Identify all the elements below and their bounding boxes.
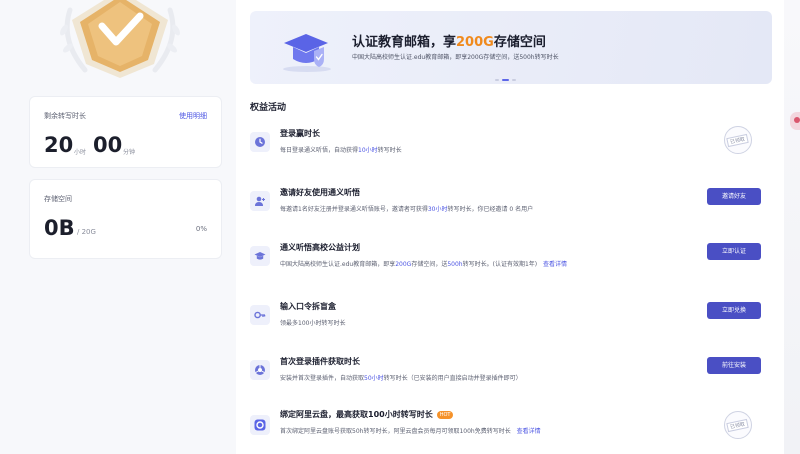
task-desc-text: 中国大陆高校师生认证.edu教育邮箱，即享	[280, 261, 396, 268]
remaining-time-card: 剩余转写时长 使用明细 20 小时 00 分钟	[29, 96, 222, 168]
task-title: 首次登录插件获取时长	[280, 357, 360, 366]
view-details-link[interactable]: 查看详情	[543, 261, 567, 268]
task-title: 输入口令拆盲盒	[280, 302, 336, 311]
clock-icon	[255, 137, 265, 147]
invite-user-icon	[255, 196, 265, 206]
task-description: 每日登录通义听悟，自动获得10小时转写时长	[280, 145, 402, 154]
task-desc-text: 存储空间，送	[411, 261, 448, 268]
task-desc-text: 转写时长，你已经邀请 0 名用户	[447, 206, 534, 213]
task-desc-text: 每日登录通义听悟，自动获得	[280, 147, 359, 154]
task-bind-aliyun-drive: 绑定阿里云盘，最高获取100小时转写时长 HOT 首次绑定阿里云盘账号获取50h转…	[250, 407, 772, 447]
aliyun-drive-icon	[254, 419, 266, 431]
task-title: 登录赢时长	[280, 129, 320, 138]
assistant-dot-icon	[794, 117, 800, 123]
task-description: 安装并首次登录插件，自动获取50小时转写时长（已安装的用户直接启动并登录插件即可…	[280, 373, 522, 382]
shield-check-badge-icon	[60, 0, 180, 78]
key-icon	[254, 311, 266, 319]
task-description: 每邀请1名好友注册并登录通义听悟账号，邀请者可获得30小时转写时长，你已经邀请 …	[280, 204, 533, 213]
task-desc-text: 转写时长。(认证有效期1年)	[462, 261, 538, 268]
main-content: 认证教育邮箱，享200G存储空间 中国大陆高校师生认证.edu教育邮箱，即享20…	[236, 0, 784, 454]
badge-area	[30, 0, 210, 84]
task-redeem-code: 输入口令拆盲盒 领最多100小时转写时长 立即兑换	[250, 299, 772, 339]
storage-used: 0B	[44, 216, 75, 240]
task-description: 首次绑定阿里云盘账号获取50h转写时长，阿里云盘会员每月可领取100h免费转写时…	[280, 426, 541, 435]
banner-dot-2[interactable]	[502, 79, 509, 81]
banner-dot-1[interactable]	[495, 79, 499, 81]
banner-pagination	[495, 79, 516, 81]
task-description: 领最多100小时转写时长	[280, 318, 345, 327]
banner-title-highlight: 200G	[456, 35, 494, 50]
usage-details-link[interactable]: 使用明细	[179, 111, 207, 121]
hours-value: 20	[44, 133, 74, 157]
task-login-reward: 登录赢时长 每日登录通义听悟，自动获得10小时转写时长 已领取	[250, 126, 772, 166]
claimed-stamp: 已领取	[724, 126, 752, 154]
task-icon-box	[250, 360, 270, 380]
task-desc-highlight: 50小时	[364, 375, 384, 382]
task-desc-text: 领最多100小时转写时长	[280, 320, 346, 327]
task-title: 通义听悟高校公益计划	[280, 243, 360, 252]
task-desc-text: 安装并首次登录插件，自动获取	[280, 375, 365, 382]
hot-badge: HOT	[436, 411, 454, 419]
task-desc-text: 首次绑定阿里云盘账号获取50h转写时长，阿里云盘会员每月可领取100h免费转写时…	[280, 428, 511, 435]
task-icon-box	[250, 132, 270, 152]
task-desc-text: 转写时长（已安装的用户直接启动并登录插件即可）	[383, 375, 522, 382]
graduation-cap-icon	[254, 252, 266, 260]
right-edge-bar	[784, 0, 800, 454]
hours-unit: 小时	[74, 149, 87, 156]
claimed-stamp-label: 已领取	[726, 133, 750, 147]
storage-card: 存储空间 0B / 20G 0%	[29, 179, 222, 259]
minutes-value: 00	[93, 133, 123, 157]
task-desc-highlight: 500h	[447, 261, 463, 268]
task-icon-box	[250, 415, 270, 435]
task-title: 邀请好友使用通义听悟	[280, 188, 360, 197]
go-install-button[interactable]: 前往安装	[707, 357, 761, 374]
floating-assistant-button[interactable]	[790, 112, 800, 130]
task-campus-program: 通义听悟高校公益计划 中国大陆高校师生认证.edu教育邮箱，即享200G存储空间…	[250, 240, 772, 280]
task-title-text: 绑定阿里云盘，最高获取100小时转写时长	[280, 410, 433, 419]
task-icon-box	[250, 191, 270, 211]
invite-friends-button[interactable]: 邀请好友	[707, 188, 761, 205]
task-icon-box	[250, 305, 270, 325]
remaining-time-label: 剩余转写时长	[44, 112, 86, 120]
task-invite-friends: 邀请好友使用通义听悟 每邀请1名好友注册并登录通义听悟账号，邀请者可获得30小时…	[250, 185, 772, 225]
minutes-unit: 分钟	[123, 149, 136, 156]
banner-subtitle: 中国大陆高校师生认证.edu教育邮箱，即享200G存储空间，送500h转写时长	[352, 54, 559, 61]
storage-label: 存储空间	[44, 195, 72, 203]
edu-banner[interactable]: 认证教育邮箱，享200G存储空间 中国大陆高校师生认证.edu教育邮箱，即享20…	[250, 11, 772, 84]
section-title: 权益活动	[250, 103, 287, 113]
task-desc-text: 转写时长	[377, 147, 402, 154]
storage-total: / 20G	[77, 228, 96, 236]
task-description: 中国大陆高校师生认证.edu教育邮箱，即享200G存储空间，送500h转写时长。…	[280, 259, 567, 268]
verify-now-button[interactable]: 立即认证	[707, 243, 761, 260]
storage-percent: 0%	[195, 225, 207, 233]
task-desc-highlight: 200G	[395, 261, 412, 268]
claimed-stamp-label: 已领取	[726, 418, 750, 432]
banner-dot-3[interactable]	[512, 79, 516, 81]
view-details-link[interactable]: 查看详情	[517, 428, 541, 435]
task-install-plugin: 首次登录插件获取时长 安装并首次登录插件，自动获取50小时转写时长（已安装的用户…	[250, 354, 772, 394]
task-desc-text: 每邀请1名好友注册并登录通义听悟账号，邀请者可获得	[280, 206, 428, 213]
task-icon-box	[250, 246, 270, 266]
task-desc-highlight: 30小时	[427, 206, 448, 213]
redeem-now-button[interactable]: 立即兑换	[707, 302, 761, 319]
graduation-cap-shield-icon	[283, 34, 331, 72]
task-desc-highlight: 10小时	[358, 147, 378, 154]
banner-title-suffix: 存储空间	[493, 35, 546, 50]
browser-plugin-icon	[255, 365, 265, 375]
claimed-stamp: 已领取	[724, 411, 752, 439]
left-panel: 剩余转写时长 使用明细 20 小时 00 分钟 存储空间 0B / 20G 0%	[0, 0, 236, 454]
banner-title: 认证教育邮箱，享200G存储空间	[352, 31, 546, 50]
task-title: 绑定阿里云盘，最高获取100小时转写时长 HOT	[280, 409, 454, 420]
banner-title-prefix: 认证教育邮箱，享	[352, 35, 457, 50]
